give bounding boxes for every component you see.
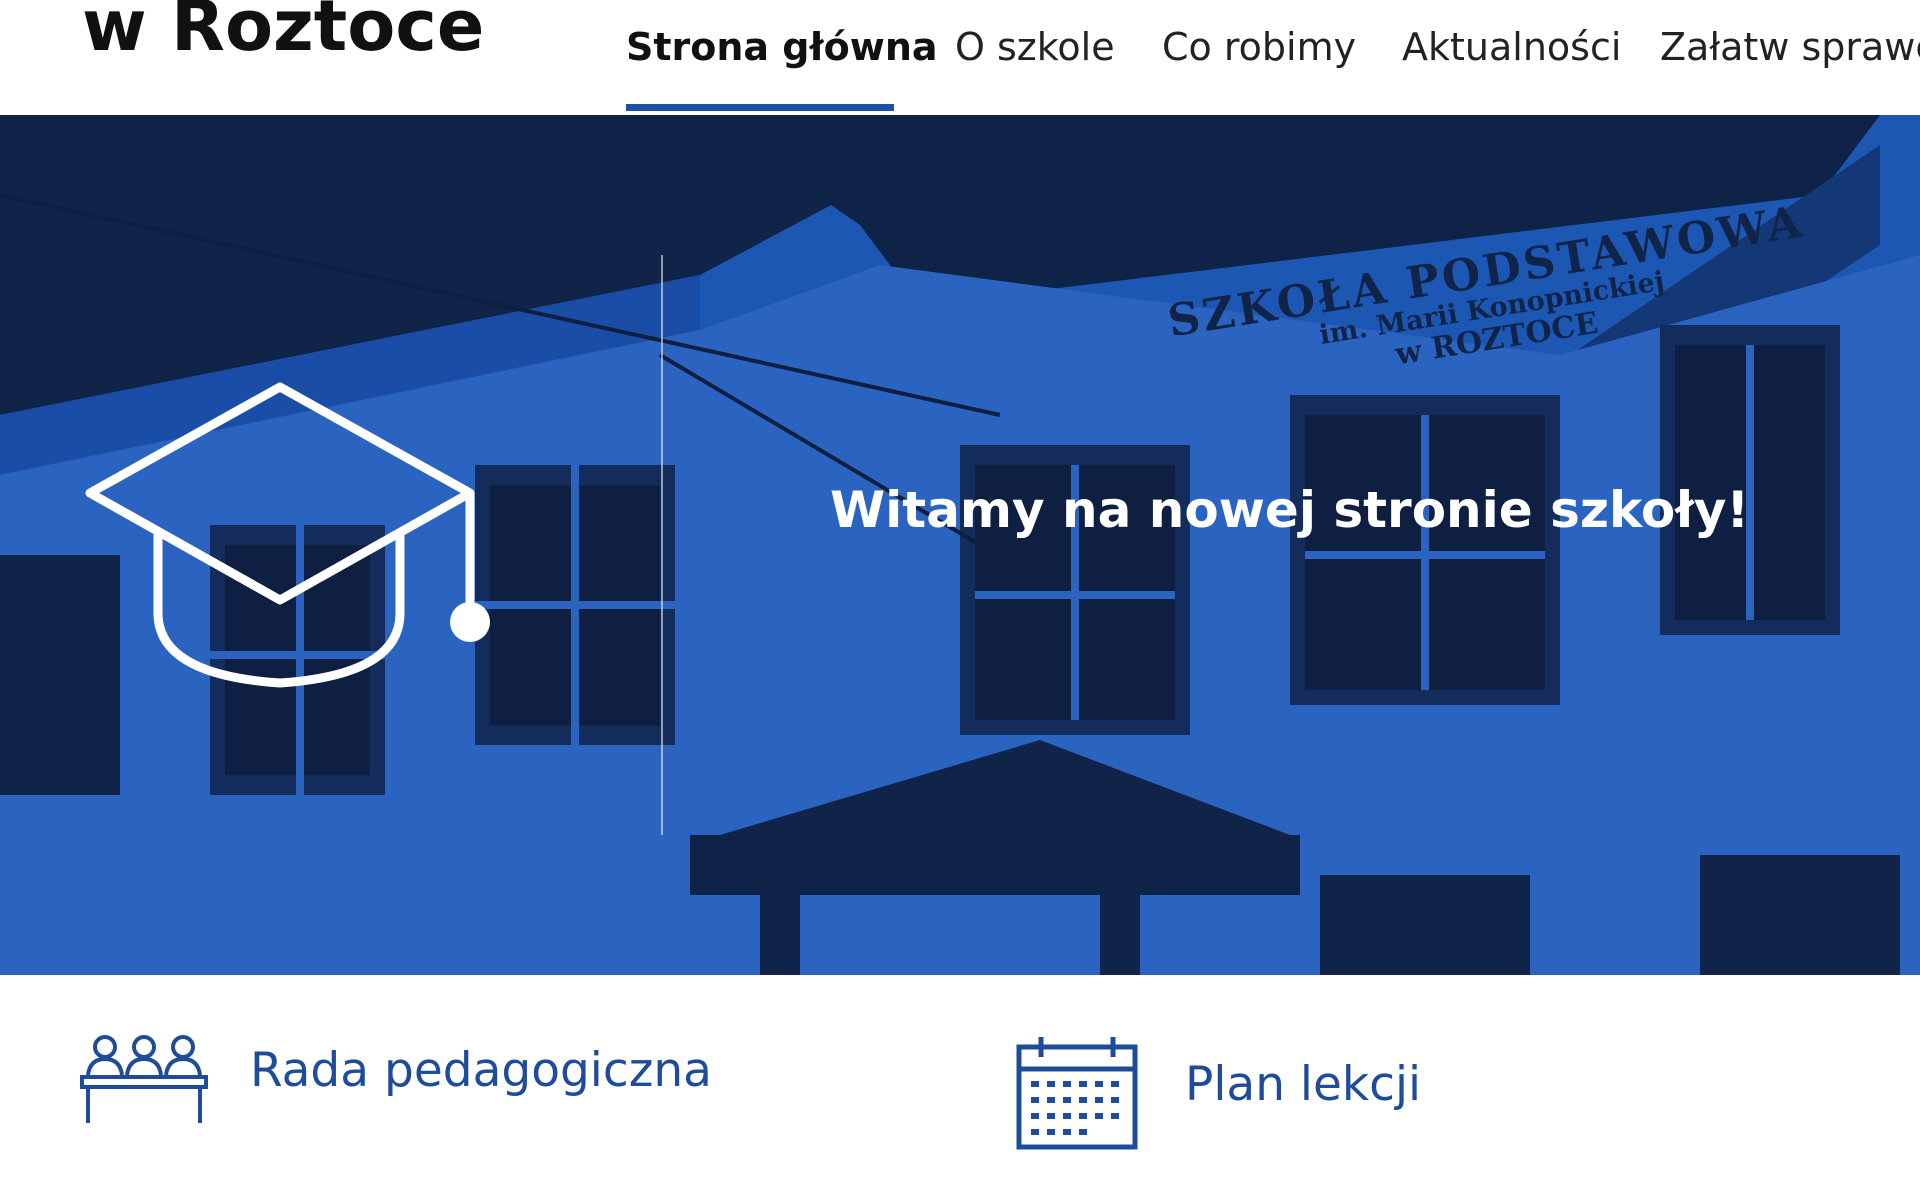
nav-item-services[interactable]: Załatw sprawę	[1660, 22, 1920, 72]
nav-item-news[interactable]: Aktualności	[1402, 22, 1621, 72]
quick-link-teachers[interactable]: Rada pedagogiczna	[80, 1035, 712, 1135]
calendar-icon	[1016, 1037, 1138, 1150]
quick-link-teachers-label: Rada pedagogiczna	[250, 1043, 712, 1098]
hero-divider	[661, 255, 663, 835]
hero-headline: Witamy na nowej stronie szkoły!	[830, 481, 1750, 539]
quick-link-schedule[interactable]: Plan lekcji	[1015, 1035, 1535, 1155]
site-title[interactable]: w Roztoce	[82, 0, 484, 66]
teachers-group-icon	[80, 1035, 208, 1123]
quick-links: Rada pedagogiczna Plan lekcji	[0, 975, 1920, 1184]
site-header: w Roztoce Strona główna O szkole Co robi…	[0, 0, 1920, 115]
hero-banner: SZKOŁA PODSTAWOWA im. Marii Konopnickiej…	[0, 115, 1920, 975]
nav-item-activities[interactable]: Co robimy	[1162, 22, 1356, 72]
nav-item-about[interactable]: O szkole	[955, 22, 1115, 72]
quick-link-schedule-label: Plan lekcji	[1185, 1057, 1422, 1112]
active-nav-indicator	[626, 104, 894, 111]
graduation-cap-icon	[85, 382, 490, 688]
nav-item-home[interactable]: Strona główna	[626, 22, 938, 72]
